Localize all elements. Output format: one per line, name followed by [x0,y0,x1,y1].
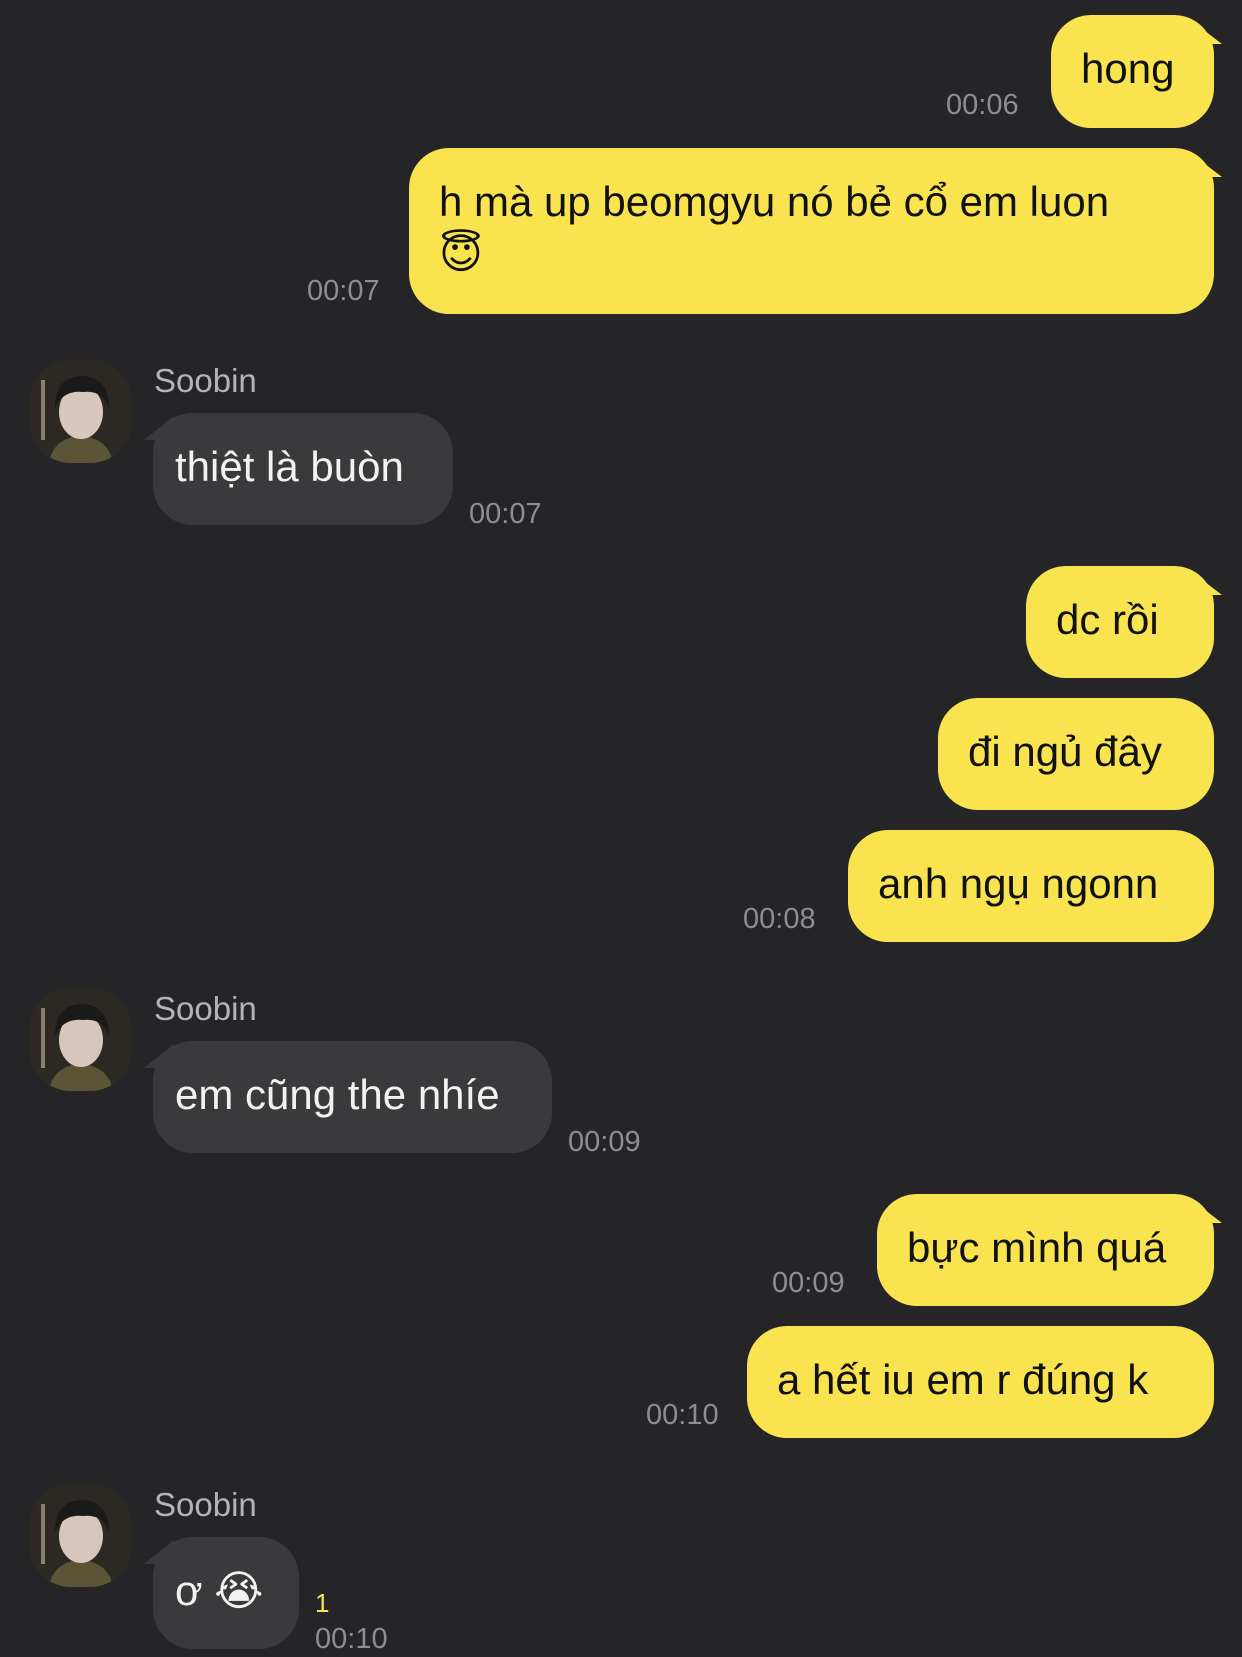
message-text: a hết iu em r đúng k [777,1356,1149,1403]
message-time: 00:07 [307,275,380,307]
message-time: 00:09 [568,1126,641,1158]
outgoing-message[interactable]: a hết iu em r đúng k [747,1326,1214,1438]
outgoing-message[interactable]: anh ngụ ngonn [848,830,1214,942]
message-text: ơ [175,1567,203,1614]
message-time: 00:09 [772,1267,845,1299]
message-text: đi ngủ đây [968,728,1162,775]
outgoing-message[interactable]: đi ngủ đây [938,698,1214,810]
avatar[interactable] [29,1484,132,1587]
incoming-message[interactable]: em cũng the nhíe [153,1041,552,1153]
message-text: h mà up beomgyu nó bẻ cổ em luon [439,178,1110,225]
incoming-message[interactable]: thiệt là buòn [153,413,453,525]
outgoing-message[interactable]: h mà up beomgyu nó bẻ cổ em luon 😇 [409,148,1214,314]
sender-name: Soobin [154,1486,257,1523]
profile-photo-icon [29,1484,132,1587]
unread-count: 1 [315,1588,330,1618]
bubble-tail [1188,569,1222,595]
incoming-message[interactable]: ơ 😭 [153,1537,299,1649]
sender-name: Soobin [154,362,257,399]
bubble-tail [144,416,174,440]
bubble-tail [1188,151,1222,177]
message-text: em cũng the nhíe [175,1071,500,1118]
avatar[interactable] [29,360,132,463]
bubble-tail [144,1540,174,1564]
message-text: anh ngụ ngonn [878,860,1159,907]
loudly-crying-face-icon: 😭 [214,1566,264,1615]
message-time: 00:08 [743,903,816,935]
bubble-tail [1188,18,1222,44]
profile-photo-icon [29,360,132,463]
sender-name: Soobin [154,990,257,1027]
smiling-face-with-halo-icon: 😇 [439,229,483,278]
outgoing-message[interactable]: dc rồi [1026,566,1214,678]
bubble-tail [144,1044,174,1068]
profile-photo-icon [29,988,132,1091]
message-text: hong [1081,45,1175,92]
message-time: 00:06 [946,89,1019,121]
message-time: 00:10 [315,1623,388,1655]
outgoing-message[interactable]: bực mình quá [877,1194,1214,1306]
message-text: bực mình quá [907,1224,1167,1271]
message-text: dc rồi [1056,596,1159,643]
message-time: 00:10 [646,1399,719,1431]
message-text: thiệt là buòn [175,443,404,490]
message-time: 00:07 [469,498,542,530]
avatar[interactable] [29,988,132,1091]
bubble-tail [1188,1197,1222,1223]
